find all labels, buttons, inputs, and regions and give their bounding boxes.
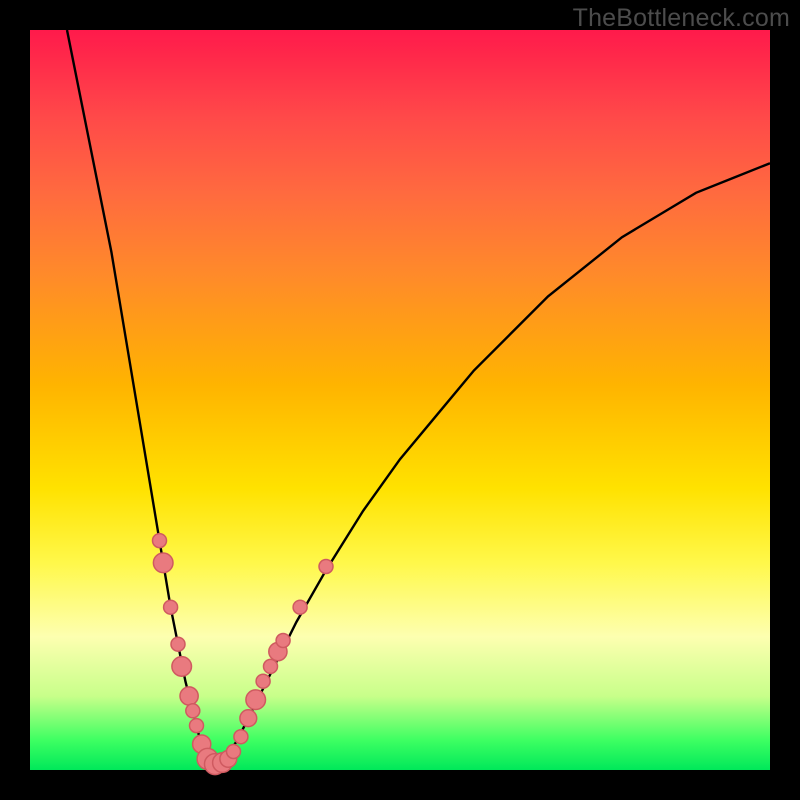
- scatter-dot: [234, 730, 248, 744]
- scatter-dot: [264, 659, 278, 673]
- scatter-dot: [180, 687, 198, 705]
- scatter-dot: [171, 637, 185, 651]
- scatter-dot: [276, 634, 290, 648]
- bottleneck-curve: [67, 30, 770, 766]
- chart-frame: TheBottleneck.com: [0, 0, 800, 800]
- scatter-dot: [186, 704, 200, 718]
- scatter-dot: [153, 534, 167, 548]
- scatter-dot: [293, 600, 307, 614]
- scatter-dot: [153, 553, 173, 573]
- scatter-dot: [227, 745, 241, 759]
- scatter-dot: [246, 690, 266, 710]
- plot-area: [30, 30, 770, 770]
- scatter-dot: [190, 719, 204, 733]
- scatter-dot: [319, 560, 333, 574]
- scatter-dot: [172, 657, 192, 677]
- curve-layer: [67, 30, 770, 766]
- scatter-dot: [164, 600, 178, 614]
- scatter-dot: [256, 674, 270, 688]
- watermark-text: TheBottleneck.com: [573, 4, 790, 33]
- scatter-dot: [240, 710, 257, 727]
- chart-svg: [30, 30, 770, 770]
